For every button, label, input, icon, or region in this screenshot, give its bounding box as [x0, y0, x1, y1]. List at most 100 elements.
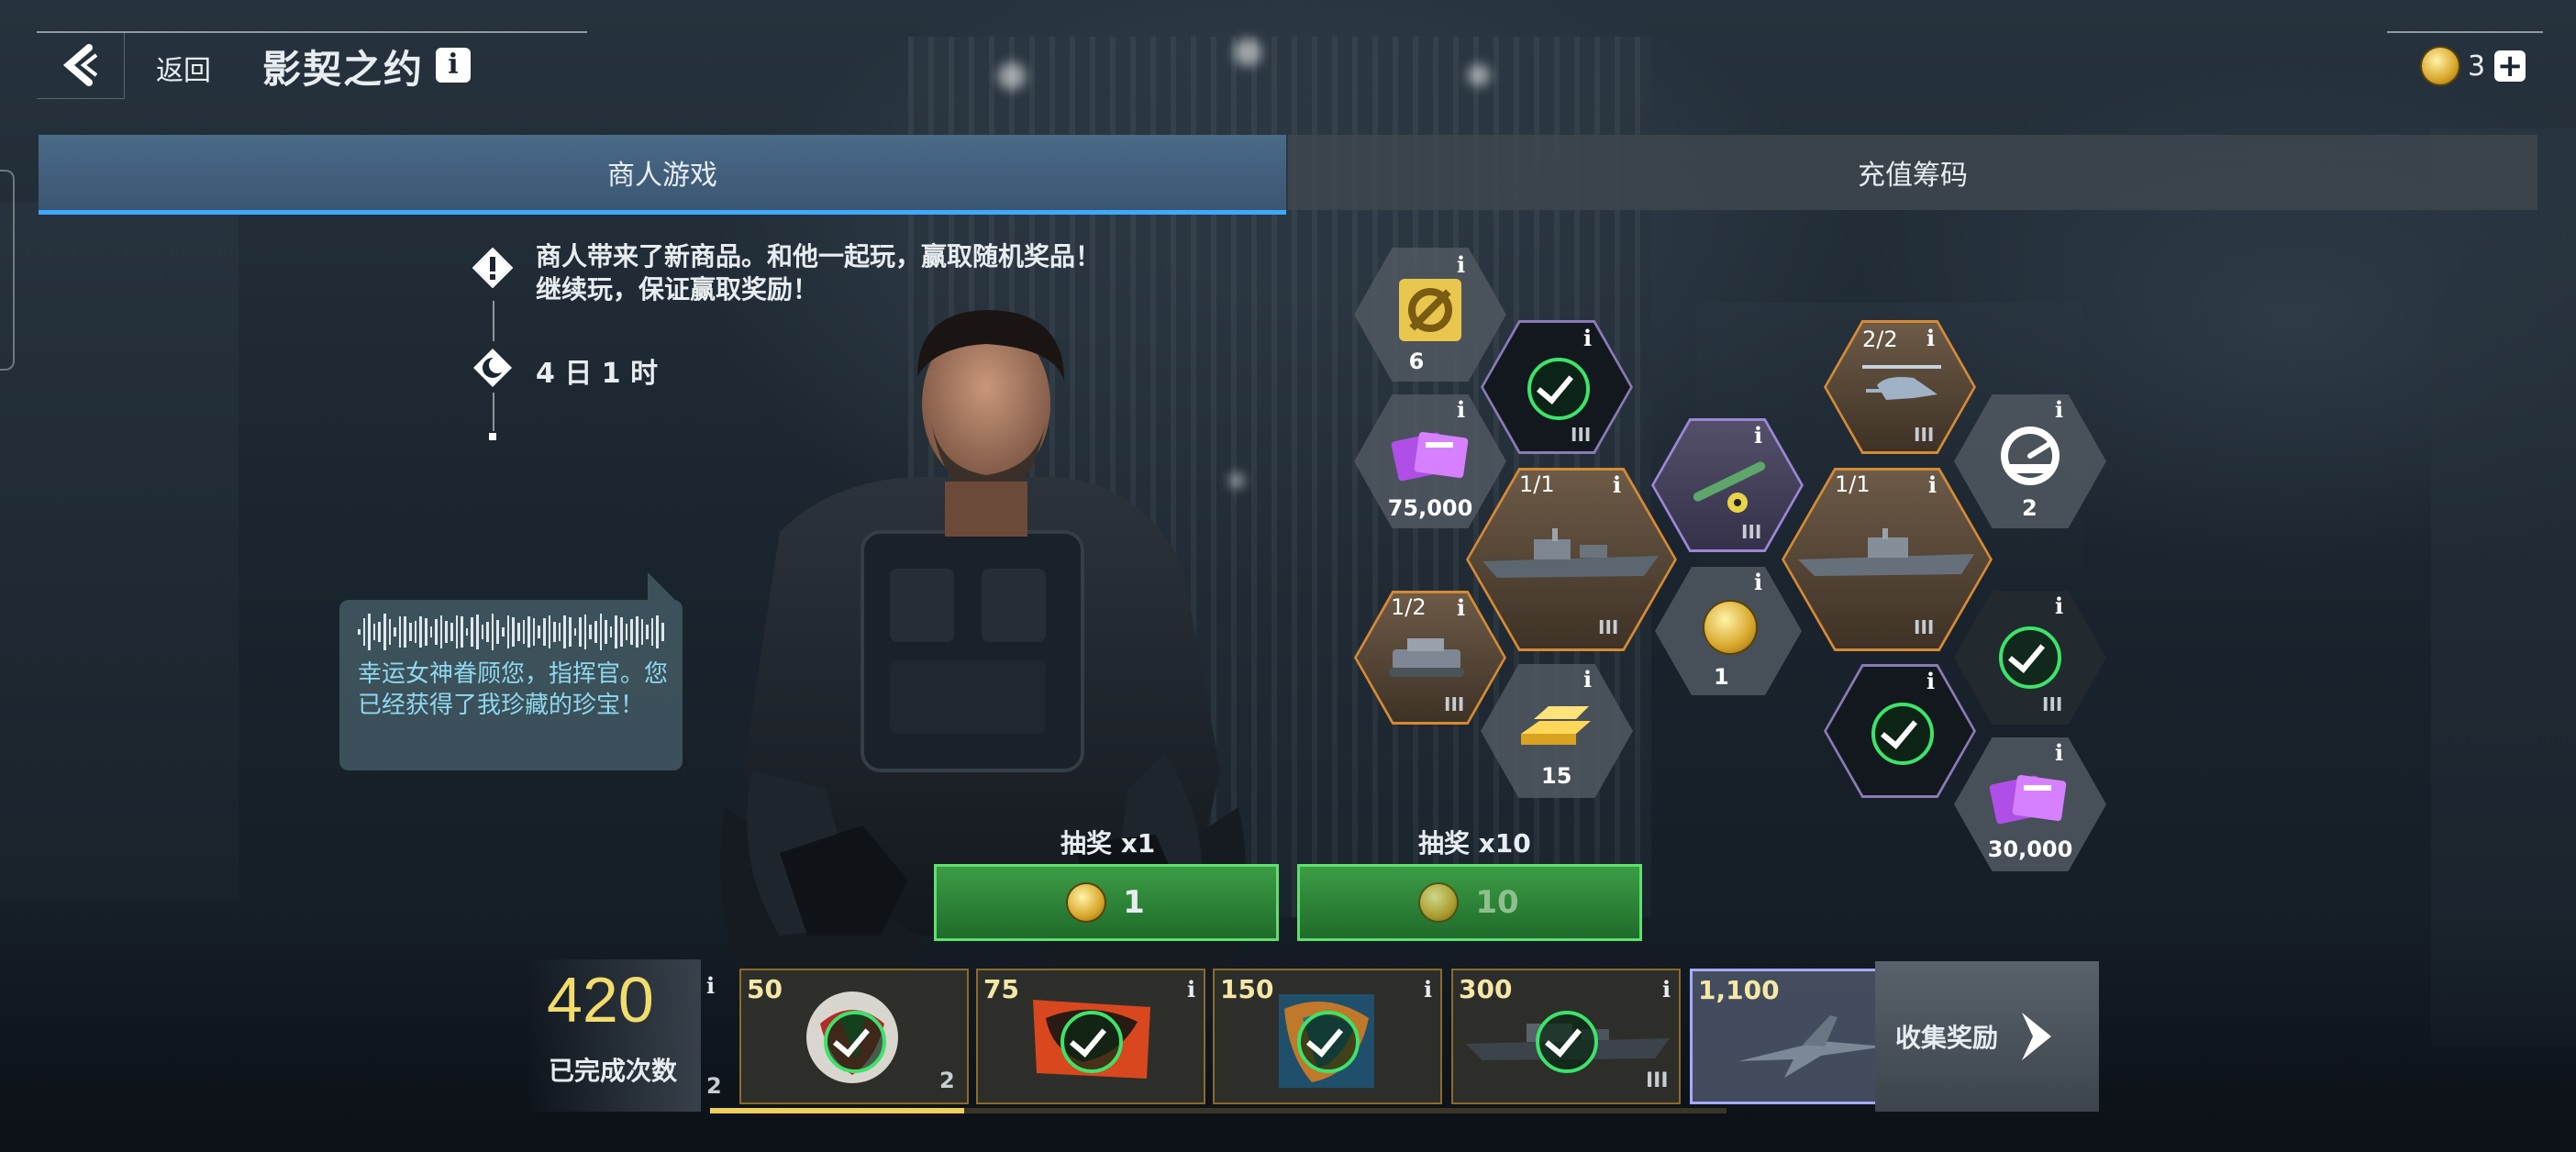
claimed-check-icon: [1999, 626, 2061, 689]
waveform-bar: [568, 616, 572, 648]
waveform-bar: [383, 614, 386, 650]
speedometer-icon: [2001, 426, 2060, 485]
vehicle-icon: [1389, 638, 1464, 677]
tab-recharge-chips[interactable]: 充值筹码: [1288, 135, 2537, 210]
milestone-card[interactable]: 75 i: [976, 969, 1205, 1104]
top-bar: 返回 影契之约 i 3 +: [0, 0, 2576, 119]
waveform-bar: [368, 614, 371, 650]
info-icon[interactable]: i: [436, 48, 471, 83]
add-currency-button[interactable]: +: [2494, 50, 2526, 82]
waveform-bar: [471, 617, 474, 647]
info-icon[interactable]: i: [1613, 471, 1621, 498]
waveform-bar: [532, 618, 536, 646]
milestone-progress: [710, 1108, 1727, 1113]
waveform-bar: [542, 618, 546, 646]
info-icon[interactable]: i: [1457, 251, 1465, 278]
waveform-bar: [461, 616, 463, 648]
info-icon[interactable]: i: [1754, 569, 1762, 595]
tier-label: III: [2042, 693, 2063, 715]
draw-single-button[interactable]: 1: [934, 864, 1279, 941]
claimed-check-icon: [1527, 358, 1590, 420]
voice-waveform-icon: [358, 613, 664, 651]
waveform-bar: [409, 622, 412, 642]
info-icon[interactable]: i: [2055, 396, 2063, 423]
waveform-bar: [481, 624, 484, 640]
info-icon[interactable]: i: [1583, 666, 1592, 692]
waveform-bar: [398, 615, 402, 648]
info-icon[interactable]: i: [1928, 471, 1937, 498]
info-icon[interactable]: i: [1583, 325, 1592, 351]
waveform-bar: [388, 619, 392, 645]
claimed-check-icon: [1536, 1011, 1598, 1073]
waveform-bar: [548, 615, 551, 648]
reward-count: 30,000: [1987, 836, 2073, 862]
waveform-bar: [445, 621, 448, 643]
waveform-bar: [491, 614, 494, 650]
milestone-progress-fill: [710, 1108, 964, 1113]
chip-coin-icon: [2422, 48, 2459, 84]
tier-label: III: [1914, 616, 1935, 638]
tier-label: III: [1571, 424, 1592, 446]
waveform-bar: [496, 619, 500, 645]
waveform-bar: [522, 619, 526, 645]
collect-label: 收集奖励: [1895, 1023, 1999, 1053]
side-handle[interactable]: [0, 170, 15, 371]
milestone-card[interactable]: 300 i III: [1451, 969, 1681, 1104]
tier-label: III: [1914, 424, 1935, 446]
info-icon[interactable]: i: [1457, 594, 1465, 621]
helicopter-icon: [1862, 365, 1941, 400]
waveform-bar: [502, 626, 505, 637]
waveform-bar: [358, 629, 361, 635]
claimed-check-icon: [1060, 1011, 1123, 1073]
info-icon[interactable]: i: [2055, 593, 2063, 619]
info-icon[interactable]: i: [1187, 976, 1195, 1002]
waveform-bar: [630, 619, 633, 645]
nuclear-missile-icon: [1693, 461, 1766, 513]
collect-rewards-button[interactable]: 收集奖励: [1875, 961, 2099, 1112]
back-label[interactable]: 返回: [156, 48, 211, 88]
waveform-bar: [553, 622, 556, 642]
info-icon[interactable]: i: [1926, 668, 1935, 694]
background-container: [2431, 128, 2576, 1046]
waveform-bar: [605, 620, 607, 644]
reward-count: 2: [2022, 495, 2037, 521]
completed-count: 420: [547, 964, 654, 1036]
draw-ten-button[interactable]: 10: [1297, 864, 1642, 941]
milestone-card[interactable]: 50 2: [739, 969, 969, 1104]
waveform-bar: [439, 615, 443, 649]
milestone-card[interactable]: 150 i: [1213, 969, 1442, 1104]
tier-label: III: [1646, 1069, 1669, 1092]
waveform-bar: [563, 615, 566, 649]
draw-single-label: 抽奖 x1: [1060, 828, 1156, 858]
waveform-bar: [646, 625, 649, 639]
warship-icon: [1482, 528, 1659, 578]
tier-label: III: [1444, 693, 1465, 715]
tier-label: III: [1598, 616, 1619, 638]
tab-merchant-game[interactable]: 商人游戏: [39, 135, 1286, 215]
waveform-bar: [414, 620, 417, 644]
waveform-bar: [465, 628, 469, 636]
chip-coin-icon: [1420, 884, 1458, 921]
reward-count: 15: [1541, 763, 1572, 789]
currency-display: 3 +: [2422, 48, 2526, 84]
top-divider: [2387, 31, 2543, 33]
info-icon[interactable]: i: [1424, 976, 1432, 1002]
back-button[interactable]: [37, 32, 125, 99]
info-icon[interactable]: i: [2055, 739, 2063, 766]
waveform-bar: [573, 627, 577, 637]
info-icon[interactable]: i: [706, 972, 715, 999]
back-arrow-icon: [62, 44, 97, 86]
waveform-bar: [362, 617, 366, 647]
info-icon[interactable]: i: [1457, 396, 1465, 423]
waveform-bar: [625, 624, 628, 640]
waveform-bar: [486, 621, 489, 643]
waveform-bar: [506, 615, 510, 648]
info-icon[interactable]: i: [1926, 325, 1935, 351]
waveform-bar: [583, 614, 587, 650]
info-icon[interactable]: i: [1662, 976, 1671, 1002]
waveform-bar: [609, 626, 613, 638]
waveform-bar: [394, 627, 396, 637]
waveform-bar: [656, 615, 659, 648]
info-icon[interactable]: i: [1754, 422, 1762, 449]
timeline-dot: [489, 433, 496, 440]
